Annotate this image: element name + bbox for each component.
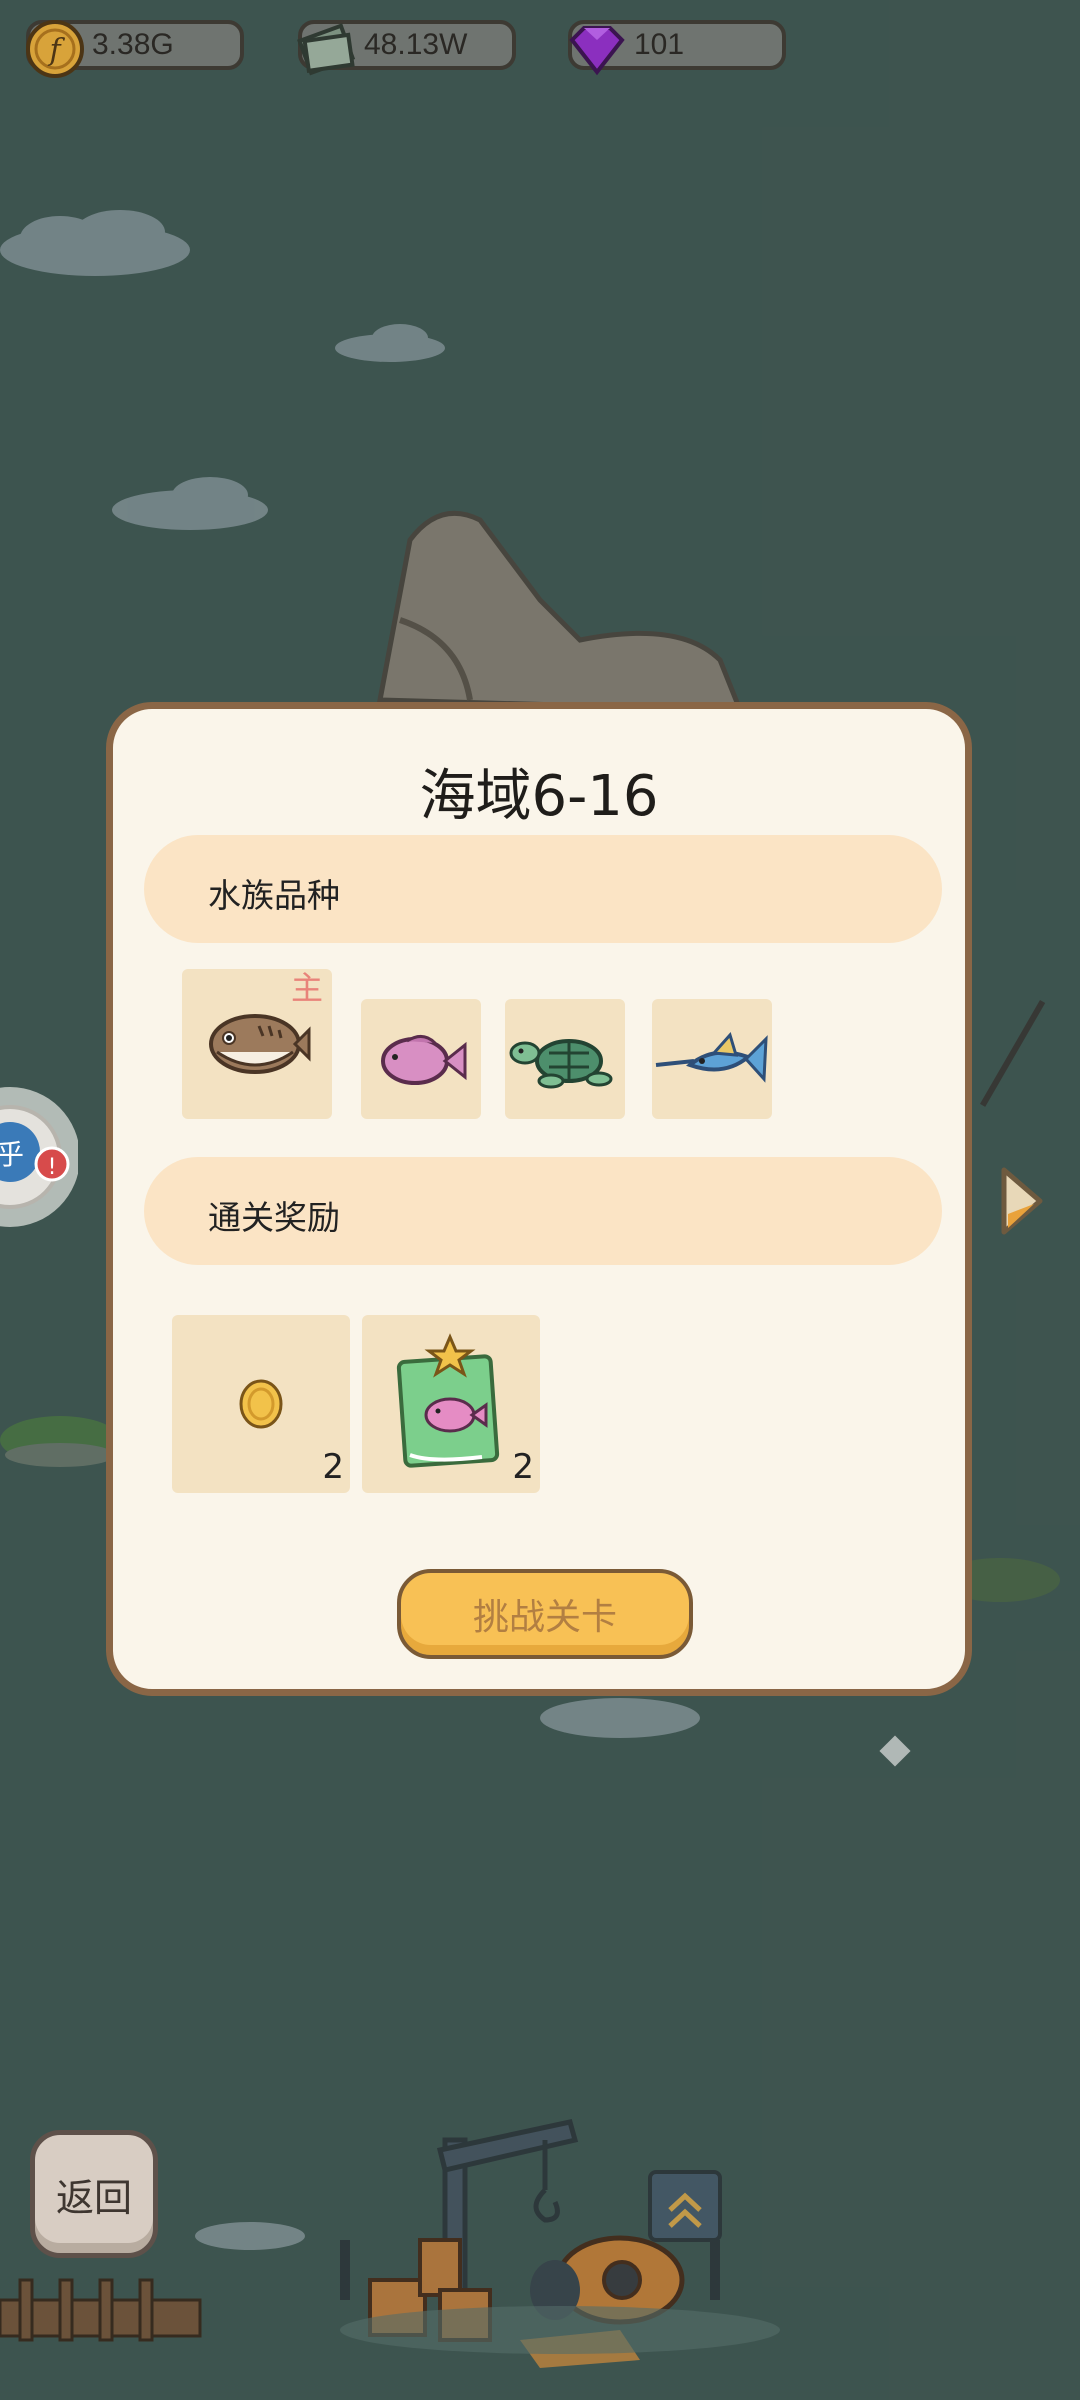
swordfish-icon — [655, 1031, 768, 1083]
gem-value: 101 — [634, 28, 685, 61]
species-card-pink-fish[interactable] — [361, 999, 481, 1119]
gem-icon — [569, 26, 625, 76]
gem-counter[interactable]: 101 — [568, 20, 786, 76]
reward-qty-fish-card: 2 — [512, 1447, 534, 1487]
species-header: 水族品种 — [144, 835, 942, 943]
gold-coin-icon — [239, 1379, 283, 1429]
fish-card-icon — [396, 1333, 500, 1468]
reward-card-gold-coin[interactable]: 2 — [172, 1315, 350, 1493]
reward-header: 通关奖励 — [144, 1157, 942, 1265]
species-card-swordfish[interactable] — [652, 999, 772, 1119]
stage-modal: 海域6-16 水族品种 主 通关奖励 2 2 挑战关卡 — [106, 702, 972, 1696]
cash-stack-icon — [297, 23, 356, 76]
reward-header-label: 通关奖励 — [208, 1198, 340, 1237]
pufferfish-icon — [209, 1014, 311, 1074]
coin-counter[interactable]: f 3.38G — [26, 20, 244, 78]
coin-icon: f — [26, 20, 84, 78]
cash-counter[interactable]: 48.13W — [297, 20, 516, 76]
pink-fish-icon — [381, 1035, 467, 1085]
modal-title: 海域6-16 — [419, 764, 659, 829]
reward-qty-gold-coin: 2 — [322, 1447, 344, 1487]
species-header-label: 水族品种 — [208, 876, 340, 915]
species-card-sea-turtle[interactable] — [505, 999, 625, 1119]
back-button[interactable]: 返回 — [30, 2130, 158, 2258]
side-avatar-label: 乎 — [0, 1138, 24, 1171]
main-species-tag: 主 — [291, 969, 324, 1007]
cash-value: 48.13W — [364, 28, 468, 61]
svg-text:!: ! — [48, 1155, 57, 1180]
challenge-stage-button[interactable]: 挑战关卡 — [397, 1569, 693, 1659]
reward-card-fish-card[interactable]: 2 — [362, 1315, 540, 1493]
next-arrow-icon[interactable] — [1000, 1166, 1044, 1236]
coin-value: 3.38G — [92, 28, 174, 61]
side-event-avatar[interactable]: 乎 ! — [0, 1082, 78, 1232]
sea-turtle-icon — [509, 1039, 613, 1089]
